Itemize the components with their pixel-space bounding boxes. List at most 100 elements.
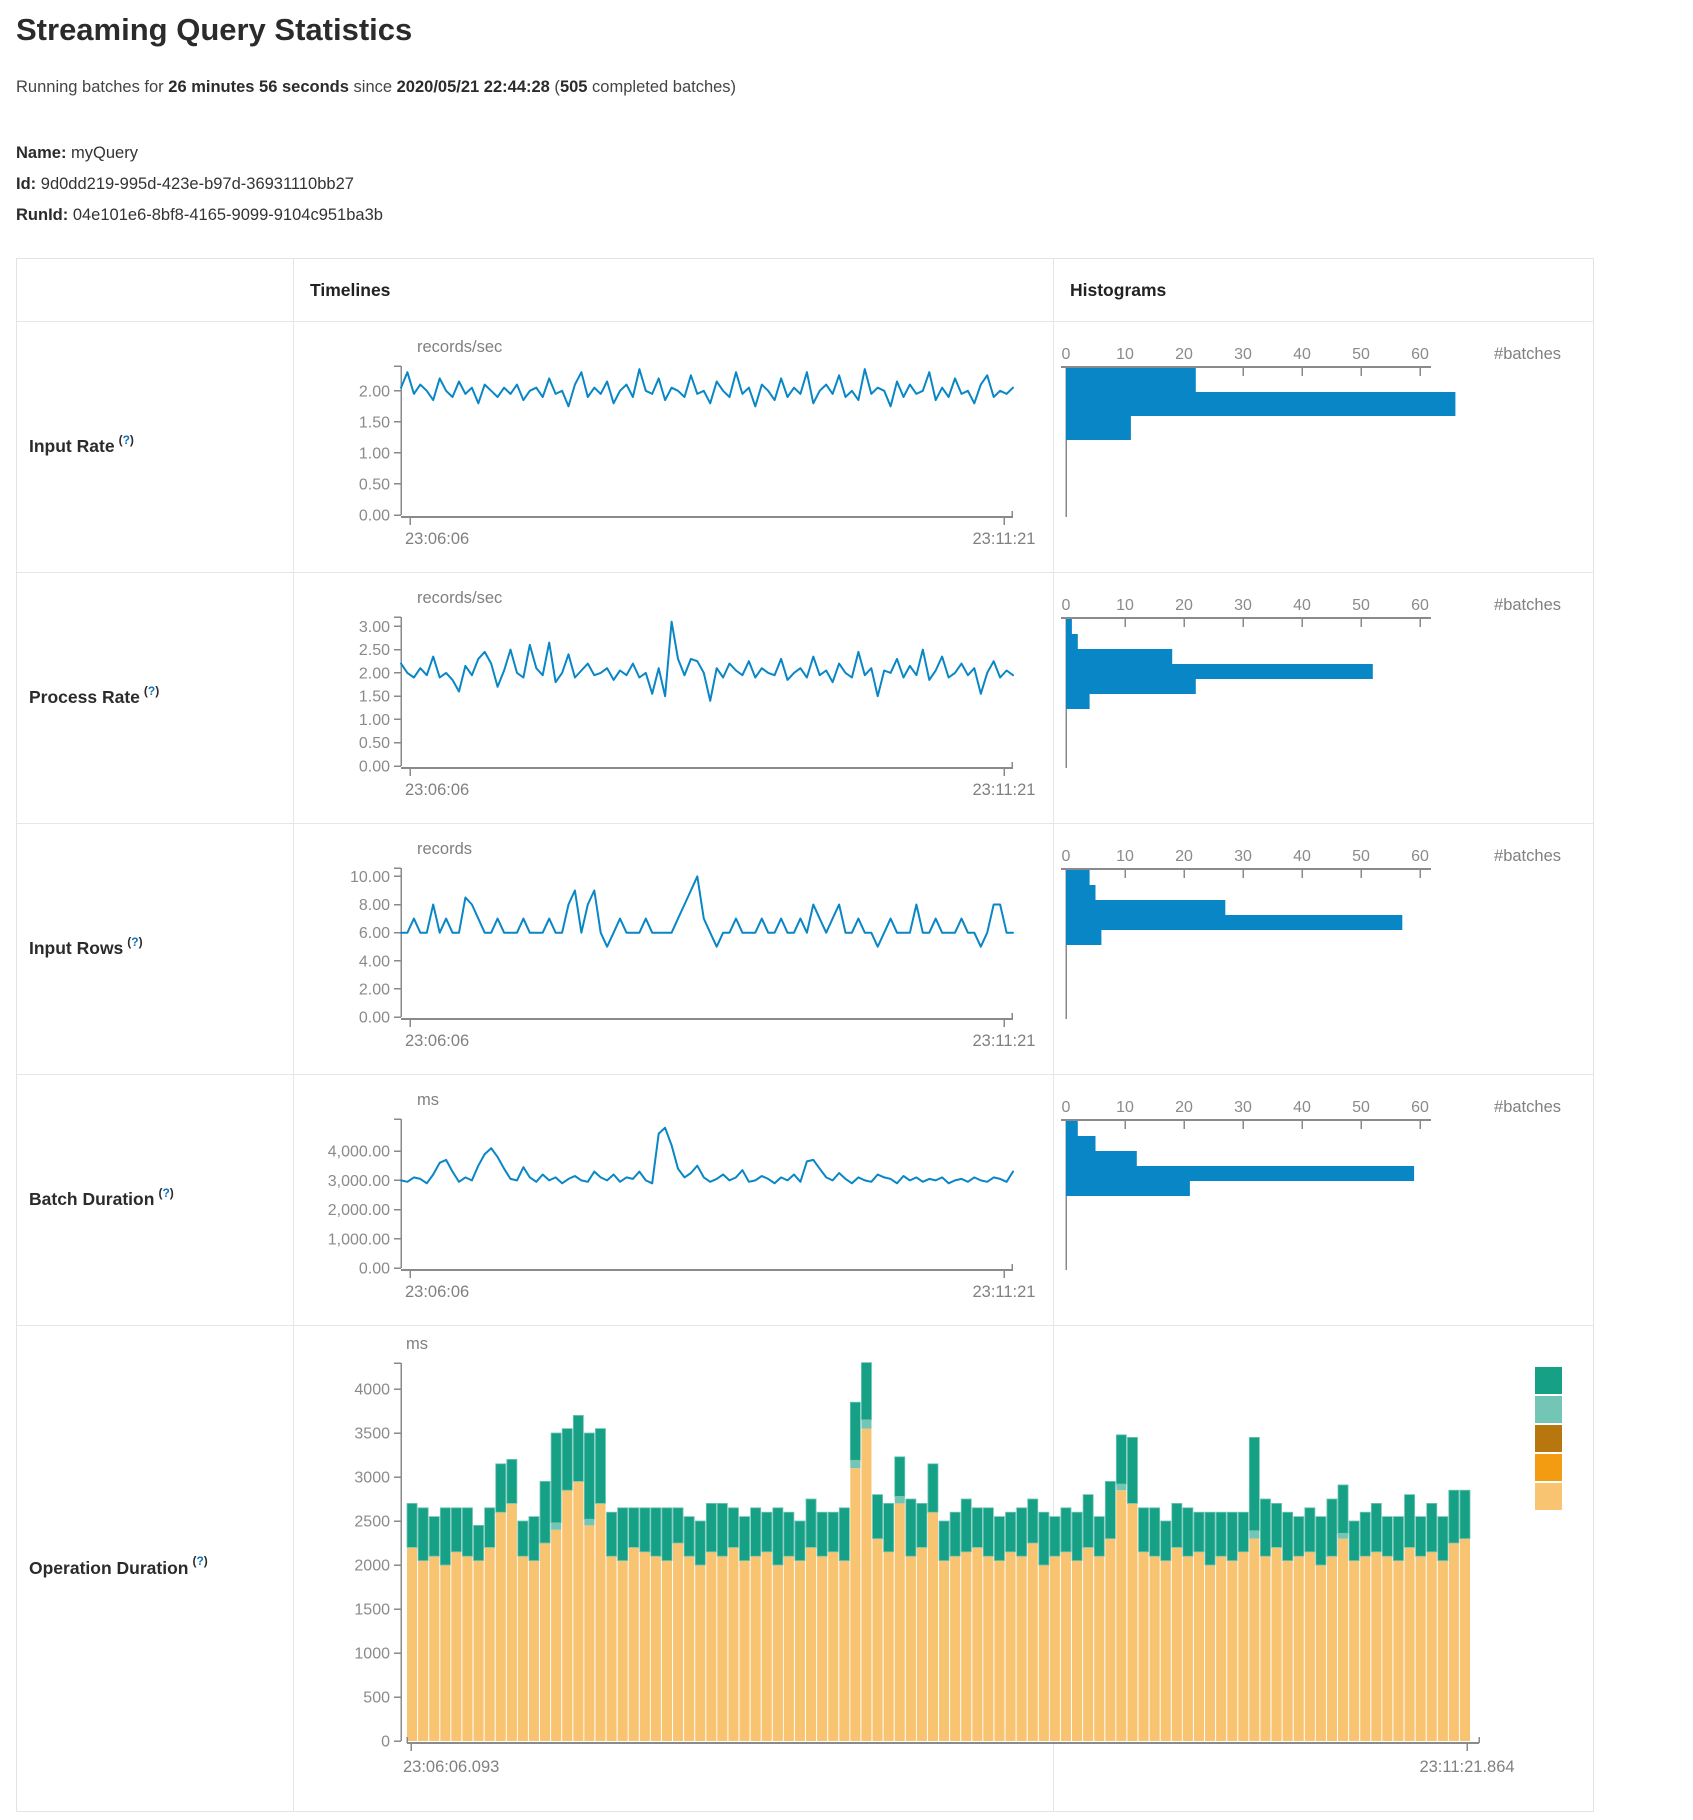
x-end-label: 23:11:21.864 (1419, 1758, 1514, 1776)
y-tick-label: 0.50 (359, 735, 390, 752)
stacked-bar-segment (1105, 1481, 1115, 1538)
stacked-bar-segment (839, 1508, 849, 1561)
row-label-process-rate: Process Rate(?) (29, 572, 284, 823)
stacked-bar-segment (1405, 1547, 1415, 1741)
stacked-bar-segment (673, 1508, 683, 1543)
histogram-bar (1066, 1136, 1096, 1151)
stacked-bar-segment (507, 1503, 517, 1741)
stacked-bar-segment (895, 1457, 905, 1497)
stacked-bar-segment (850, 1402, 860, 1460)
help-icon[interactable]: (?) (158, 1186, 173, 1200)
stacked-bar-segment (773, 1508, 783, 1565)
legend-swatch (1535, 1396, 1562, 1423)
y-tick-label: 3,000.00 (328, 1173, 390, 1190)
stacked-bar-segment (684, 1517, 694, 1557)
stacked-bar-segment (1227, 1561, 1237, 1741)
stacked-bar-segment (839, 1561, 849, 1741)
histogram-x-tick-label: 0 (1062, 346, 1071, 363)
stacked-bar-segment (462, 1508, 472, 1556)
stacked-bar-segment (1449, 1543, 1459, 1741)
stacked-bar-segment (695, 1521, 705, 1565)
stacked-bar-segment (1061, 1508, 1071, 1552)
y-tick-label: 6.00 (359, 925, 390, 942)
legend-swatch (1535, 1483, 1562, 1510)
stacked-bar-segment (917, 1503, 927, 1547)
stacked-bar-segment (584, 1519, 594, 1525)
stacked-bar-segment (1249, 1539, 1259, 1741)
input-rows-row: Input Rows(?) records10.008.006.004.002.… (17, 823, 1593, 1074)
help-icon[interactable]: (?) (144, 684, 159, 698)
stacked-bar-segment (1039, 1512, 1049, 1565)
stacked-bar-segment (861, 1429, 871, 1741)
stacked-bar-segment (418, 1561, 428, 1741)
batch-duration-timeline-svg: ms4,000.003,000.002,000.001,000.000.0023… (293, 1074, 1053, 1325)
stacked-bar-segment (1427, 1503, 1437, 1551)
operation-duration-stacked-chart: ms4000350030002500200015001000500023:06:… (17, 1325, 1593, 1811)
histogram-x-tick-label: 40 (1293, 1099, 1311, 1116)
stacked-bar-segment (1183, 1508, 1193, 1556)
input-rate-timeline-svg: records/sec2.001.501.000.500.0023:06:062… (293, 321, 1053, 572)
unit-label: records/sec (417, 589, 502, 607)
stacked-bar-segment (607, 1512, 617, 1556)
stacked-bar-segment (850, 1468, 860, 1741)
stacked-bar-segment (1272, 1503, 1282, 1547)
query-id-line: Id: 9d0dd219-995d-423e-b97d-36931110bb27 (16, 175, 354, 194)
query-runid-line: RunId: 04e101e6-8bf8-4165-9099-9104c951b… (16, 206, 383, 225)
stacked-bar-segment (1017, 1508, 1027, 1556)
stacked-bar-segment (1393, 1561, 1403, 1741)
y-tick-label: 0 (381, 1734, 390, 1751)
help-icon[interactable]: (?) (127, 935, 142, 949)
histogram-x-tick-label: 50 (1352, 346, 1370, 363)
stacked-bar-segment (972, 1547, 982, 1741)
stacked-bar-segment (1127, 1437, 1137, 1503)
query-name-line: Name: myQuery (16, 144, 138, 163)
process-rate-row: Process Rate(?) records/sec3.002.502.001… (17, 572, 1593, 823)
histogram-x-tick-label: 10 (1116, 597, 1134, 614)
stacked-bar-segment (983, 1556, 993, 1741)
y-tick-label: 1.50 (359, 414, 390, 431)
completed-batches-count: 505 (560, 78, 588, 96)
stacked-bar-segment (429, 1517, 439, 1557)
histogram-bar (1066, 634, 1078, 649)
stacked-bar-segment (562, 1490, 572, 1741)
histogram-x-tick-label: 60 (1411, 346, 1429, 363)
stacked-bar-segment (518, 1556, 528, 1741)
batch-duration-histogram: 0102030405060#batches (1053, 1074, 1593, 1325)
histogram-x-tick-label: 20 (1175, 848, 1193, 865)
stacked-bar-segment (651, 1556, 661, 1741)
stacked-bar-segment (1172, 1503, 1182, 1547)
stacked-bar-segment (584, 1433, 594, 1519)
process-rate-histogram-svg: 0102030405060#batches (1053, 572, 1593, 823)
stacked-bar-segment (1371, 1552, 1381, 1741)
stacked-bar-segment (950, 1512, 960, 1556)
stacked-bar-segment (1116, 1490, 1126, 1741)
histogram-x-tick-label: 0 (1062, 1099, 1071, 1116)
legend-swatch (1535, 1454, 1562, 1481)
stacked-bar-segment (1061, 1552, 1071, 1741)
help-icon[interactable]: (?) (119, 433, 134, 447)
legend-swatch (1535, 1425, 1562, 1452)
stacked-bar-segment (695, 1565, 705, 1741)
stacked-bar-segment (1139, 1508, 1149, 1552)
stacked-bar-segment (1316, 1517, 1326, 1565)
stacked-bar-segment (496, 1512, 506, 1741)
stacked-bar-segment (1305, 1552, 1315, 1741)
histogram-x-tick-label: 50 (1352, 1099, 1370, 1116)
histogram-x-tick-label: 0 (1062, 597, 1071, 614)
histogram-bar (1066, 870, 1090, 885)
y-tick-label: 0.00 (359, 508, 390, 525)
stacked-bar-segment (1127, 1503, 1137, 1741)
histogram-bar (1066, 915, 1402, 930)
stacked-bar-segment (884, 1503, 894, 1551)
stacked-bar-segment (474, 1525, 484, 1560)
y-tick-label: 10.00 (350, 869, 390, 886)
stacked-bar-segment (607, 1556, 617, 1741)
stacked-bar-segment (1360, 1512, 1370, 1556)
stacked-bar-segment (540, 1481, 550, 1543)
stacked-bar-segment (584, 1525, 594, 1741)
stacked-bar-segment (762, 1512, 772, 1552)
stacked-bar-segment (1116, 1435, 1126, 1484)
stacked-bar-segment (1238, 1552, 1248, 1741)
stacked-bar-segment (529, 1561, 539, 1741)
legend-swatch (1535, 1367, 1562, 1394)
